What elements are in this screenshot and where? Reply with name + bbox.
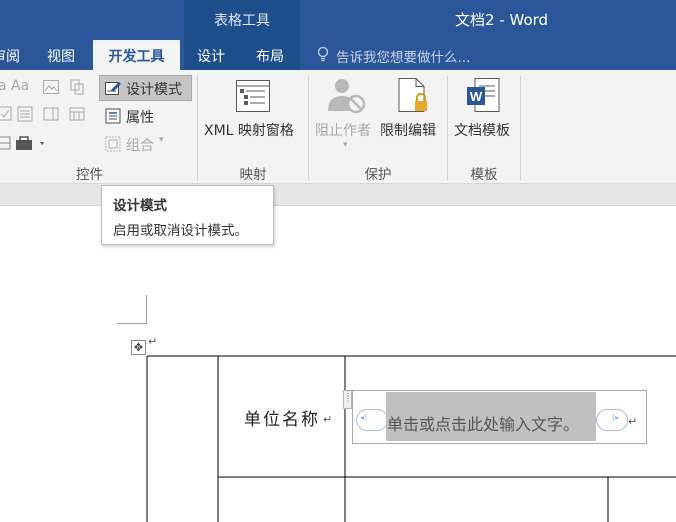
mapping-group-label: 映射 [239,167,267,183]
templates-group-label: 模板 [470,167,498,183]
block-authors-dropdown-arrow[interactable]: ▾ [343,140,348,150]
checkbox-control-icon[interactable] [0,105,14,123]
tab-review[interactable]: 审阅 [0,46,20,66]
partial-control-icons: a Aa [0,78,30,94]
building-block-control-icon[interactable] [68,78,86,96]
protect-group-label: 保护 [364,167,392,183]
toolbox-icon[interactable] [14,134,48,152]
cell-end-mark: ↵ [323,413,333,426]
content-control-placeholder[interactable]: 单击或点击此处输入文字。 [387,411,579,435]
svg-text:W: W [470,89,483,104]
tooltip-description: 启用或取消设计模式。 [113,223,248,239]
controls-group-label: 控件 [76,167,103,183]
picture-content-control-icon[interactable] [42,78,60,96]
tab-table-layout[interactable]: 布局 [256,46,284,66]
tab-view[interactable]: 视图 [47,46,75,66]
contextual-group-title: 表格工具 [214,13,270,29]
xml-mapping-pane-icon [236,80,270,112]
group-separator [520,76,521,180]
document-template-icon: W [467,78,500,112]
date-picker-control-icon[interactable] [68,105,86,123]
title-bar [0,0,676,40]
design-mode-label: 设计模式 [126,82,182,98]
properties-button[interactable]: 属性 [126,107,154,127]
block-authors-button[interactable]: 阻止作者 [315,120,371,140]
design-mode-icon [105,82,121,95]
restrict-editing-icon [398,78,427,112]
cell-end-mark: ↵ [628,415,638,428]
group-dropdown-arrow[interactable]: ▾ [159,135,164,145]
content-control-start-tag-icon: ◂) [360,413,368,422]
group-icon [105,136,121,152]
content-control-end-tag-icon: (▸ [612,413,620,422]
properties-icon [105,108,121,124]
group-button[interactable]: 组合 [126,135,154,155]
tab-developer[interactable]: 开发工具 [93,46,180,66]
tab-table-design[interactable]: 设计 [197,46,225,66]
tooltip-title: 设计模式 [113,198,167,214]
content-control-grip-icon[interactable]: ⋮ ⋮ [343,390,352,409]
combo-box-control-icon[interactable] [16,105,34,123]
dropdown-list-control-icon[interactable] [42,105,60,123]
margin-corner-mark [117,323,147,324]
tell-me-search[interactable]: 告诉我您想要做什么... [316,46,470,66]
xml-mapping-pane-button[interactable]: XML 映射窗格 [204,120,294,140]
document-template-button[interactable]: 文档模板 [454,120,510,140]
margin-corner-mark [146,295,147,324]
block-authors-icon [328,79,366,114]
legacy-tools-icon[interactable] [0,134,12,152]
table-cell-label[interactable]: 单位名称 [244,405,320,430]
design-mode-tooltip: 设计模式 启用或取消设计模式。 [101,185,274,245]
restrict-editing-button[interactable]: 限制编辑 [380,120,436,140]
document-title: 文档2 - Word [455,11,549,29]
